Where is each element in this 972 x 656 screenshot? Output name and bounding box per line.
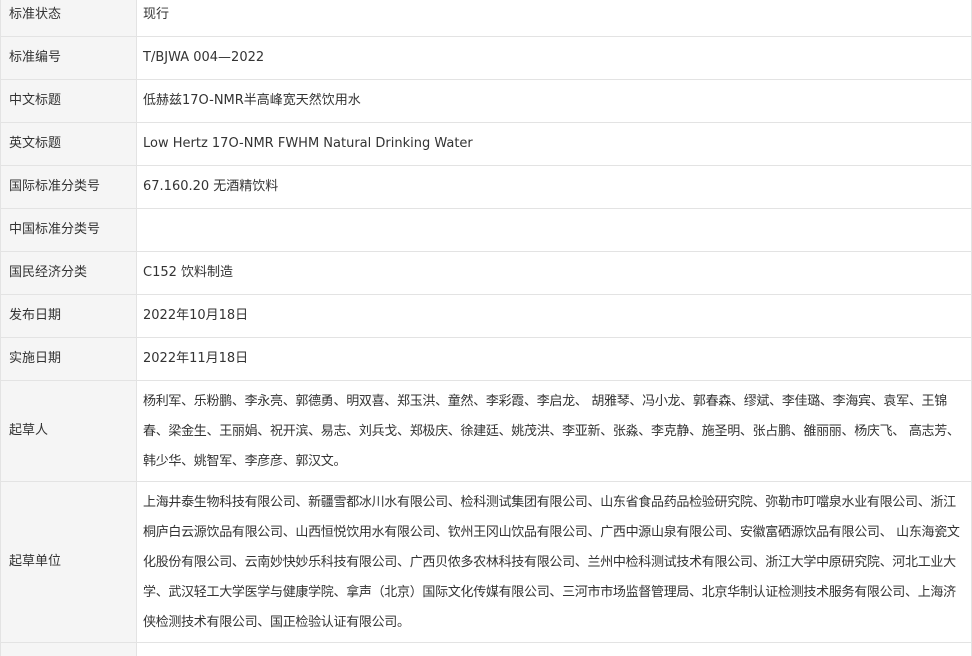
value-drafters: 杨利军、乐粉鹏、李永亮、郭德勇、明双喜、郑玉洪、童然、李彩霞、李启龙、 胡雅琴、…: [136, 380, 972, 482]
label-chinese-title: 中文标题: [0, 79, 137, 123]
standard-info-table: 标准状态 现行 标准编号 T/BJWA 004—2022 中文标题 低赫兹17O…: [0, 0, 972, 656]
label-drafters: 起草人: [0, 380, 137, 482]
value-drafting-units: 上海井泰生物科技有限公司、新疆雪都冰川水有限公司、检科测试集团有限公司、山东省食…: [136, 481, 972, 643]
row-ics: 国际标准分类号 67.160.20 无酒精饮料: [0, 165, 972, 209]
row-english-title: 英文标题 Low Hertz 17O-NMR FWHM Natural Drin…: [0, 122, 972, 166]
value-ccs: [136, 208, 972, 252]
label-ccs: 中国标准分类号: [0, 208, 137, 252]
row-next-partial: [0, 642, 972, 656]
row-drafting-units: 起草单位 上海井泰生物科技有限公司、新疆雪都冰川水有限公司、检科测试集团有限公司…: [0, 481, 972, 643]
row-release-date: 发布日期 2022年10月18日: [0, 294, 972, 338]
value-status: 现行: [136, 0, 972, 37]
row-economic-classification: 国民经济分类 C152 饮料制造: [0, 251, 972, 295]
value-next-partial: [136, 642, 972, 656]
value-chinese-title: 低赫兹17O-NMR半高峰宽天然饮用水: [136, 79, 972, 123]
standard-info-page: 标准状态 现行 标准编号 T/BJWA 004—2022 中文标题 低赫兹17O…: [0, 0, 972, 656]
label-english-title: 英文标题: [0, 122, 137, 166]
label-standard-number: 标准编号: [0, 36, 137, 80]
value-release-date: 2022年10月18日: [136, 294, 972, 338]
label-drafting-units: 起草单位: [0, 481, 137, 643]
row-status: 标准状态 现行: [0, 0, 972, 37]
row-drafters: 起草人 杨利军、乐粉鹏、李永亮、郭德勇、明双喜、郑玉洪、童然、李彩霞、李启龙、 …: [0, 380, 972, 482]
label-release-date: 发布日期: [0, 294, 137, 338]
label-ics: 国际标准分类号: [0, 165, 137, 209]
value-english-title: Low Hertz 17O-NMR FWHM Natural Drinking …: [136, 122, 972, 166]
row-ccs: 中国标准分类号: [0, 208, 972, 252]
label-implementation-date: 实施日期: [0, 337, 137, 381]
label-next-partial: [0, 642, 137, 656]
value-standard-number: T/BJWA 004—2022: [136, 36, 972, 80]
row-standard-number: 标准编号 T/BJWA 004—2022: [0, 36, 972, 80]
value-economic-classification: C152 饮料制造: [136, 251, 972, 295]
row-chinese-title: 中文标题 低赫兹17O-NMR半高峰宽天然饮用水: [0, 79, 972, 123]
value-ics: 67.160.20 无酒精饮料: [136, 165, 972, 209]
label-status: 标准状态: [0, 0, 137, 37]
value-implementation-date: 2022年11月18日: [136, 337, 972, 381]
label-economic-classification: 国民经济分类: [0, 251, 137, 295]
row-implementation-date: 实施日期 2022年11月18日: [0, 337, 972, 381]
